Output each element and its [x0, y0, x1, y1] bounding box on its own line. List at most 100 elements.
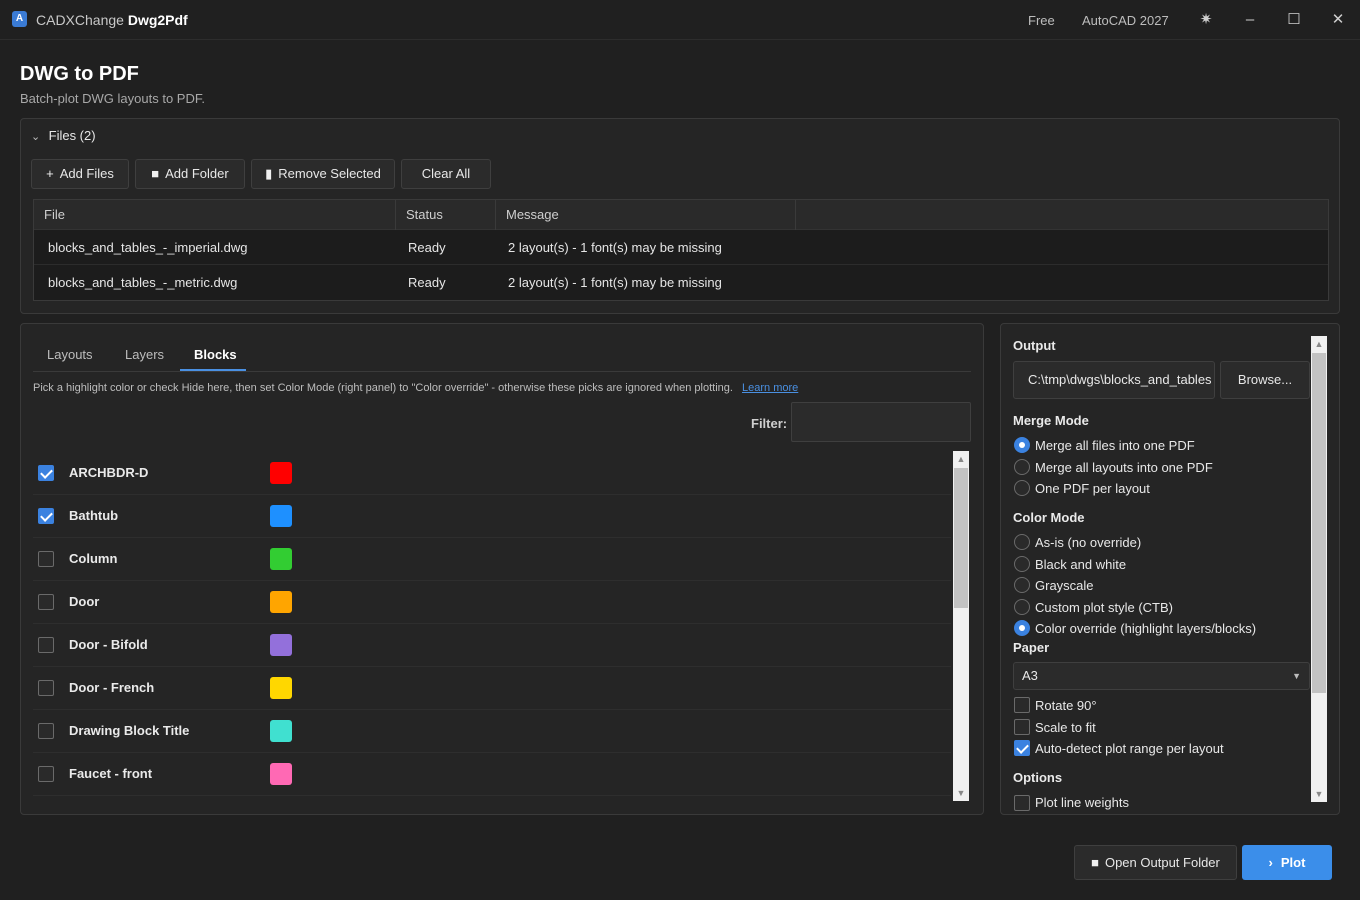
hide-block-checkbox[interactable]	[38, 465, 54, 481]
open-output-folder-label: Open Output Folder	[1104, 855, 1220, 870]
hide-block-checkbox[interactable]	[38, 723, 54, 739]
column-header-file[interactable]: File	[34, 200, 396, 230]
hide-block-checkbox[interactable]	[38, 766, 54, 782]
highlight-color-swatch[interactable]	[270, 720, 292, 742]
block-row[interactable]: Door - French	[33, 667, 951, 710]
highlight-color-swatch[interactable]	[270, 677, 292, 699]
open-output-folder-button[interactable]: ■ Open Output Folder	[1074, 845, 1237, 880]
block-list-scrollbar[interactable]: ▲ ▼	[953, 451, 969, 801]
browse-button[interactable]: Browse...	[1220, 361, 1310, 399]
plot-button[interactable]: › Plot	[1242, 845, 1332, 880]
clear-all-button[interactable]: Clear All	[401, 159, 491, 189]
files-section-toggle[interactable]: ⌄ Files (2)	[31, 128, 96, 143]
highlight-color-swatch[interactable]	[270, 634, 292, 656]
filter-input[interactable]	[791, 402, 971, 442]
maximize-icon[interactable]: ☐	[1282, 8, 1306, 32]
chevron-right-icon: ›	[1268, 855, 1273, 870]
tab-blocks[interactable]: Blocks	[194, 347, 237, 362]
paper-option-checkbox[interactable]	[1014, 718, 1030, 735]
merge-mode-radio[interactable]	[1014, 458, 1030, 475]
plot-line-weights-checkbox[interactable]	[1014, 795, 1030, 811]
output-path-input[interactable]: C:\tmp\dwgs\blocks_and_tables	[1013, 361, 1215, 399]
merge-mode-radio[interactable]	[1014, 480, 1030, 496]
table-row[interactable]: blocks_and_tables_-_imperial.dwg Ready 2…	[34, 230, 1328, 265]
block-row[interactable]: Column	[33, 538, 951, 581]
color-mode-radio[interactable]	[1014, 577, 1030, 593]
block-row[interactable]: Bathtub	[33, 495, 951, 538]
page-subtitle: Batch-plot DWG layouts to PDF.	[20, 91, 205, 106]
highlight-color-swatch[interactable]	[270, 462, 292, 484]
merge-mode-option-label: Merge all layouts into one PDF	[1035, 459, 1213, 475]
settings-scrollbar[interactable]: ▲ ▼	[1311, 336, 1327, 802]
highlight-color-swatch[interactable]	[270, 548, 292, 570]
files-header-label: Files (2)	[48, 128, 96, 143]
folder-icon: ■	[151, 166, 160, 181]
block-row[interactable]: Door - Bifold	[33, 624, 951, 667]
remove-selected-button[interactable]: ▮ Remove Selected	[251, 159, 395, 189]
tab-divider	[33, 371, 971, 372]
block-name: Door	[69, 594, 100, 609]
hide-block-checkbox[interactable]	[38, 551, 54, 567]
close-icon[interactable]: ✕	[1326, 8, 1350, 32]
add-files-button[interactable]: + Add Files	[31, 159, 129, 189]
table-row[interactable]: blocks_and_tables_-_metric.dwg Ready 2 l…	[34, 265, 1328, 300]
block-row[interactable]: ARCHBDR-D	[33, 452, 951, 495]
tab-layouts[interactable]: Layouts	[47, 347, 93, 362]
scroll-down-icon[interactable]: ▼	[953, 785, 969, 801]
hide-block-checkbox[interactable]	[38, 637, 54, 653]
block-name: Door - Bifold	[69, 637, 148, 652]
paper-option-label: Scale to fit	[1035, 719, 1096, 735]
paper-select[interactable]: A3 ▼	[1013, 662, 1310, 690]
highlight-color-swatch[interactable]	[270, 591, 292, 613]
scrollbar-thumb[interactable]	[954, 468, 968, 608]
page-title: DWG to PDF	[20, 63, 139, 85]
theme-toggle-icon[interactable]: ✷	[1194, 8, 1218, 32]
paper-option-checkbox[interactable]	[1014, 697, 1030, 713]
color-mode-title: Color Mode	[1013, 510, 1085, 525]
scrollbar-thumb[interactable]	[1312, 353, 1326, 693]
column-header-status[interactable]: Status	[396, 200, 496, 230]
block-row[interactable]: Faucet - front	[33, 753, 951, 796]
paper-option-checkbox[interactable]	[1014, 740, 1030, 756]
paper-option-label: Auto-detect plot range per layout	[1035, 741, 1224, 756]
scroll-up-icon[interactable]: ▲	[1311, 336, 1327, 352]
message-cell: 2 layout(s) - 1 font(s) may be missing	[508, 275, 722, 290]
scroll-down-icon[interactable]: ▼	[1311, 786, 1327, 802]
color-mode-radio[interactable]	[1014, 555, 1030, 572]
color-mode-radio[interactable]	[1014, 598, 1030, 615]
filter-label: Filter:	[751, 416, 788, 431]
hide-block-checkbox[interactable]	[38, 508, 54, 524]
merge-mode-radio[interactable]	[1014, 437, 1030, 453]
active-tab-indicator	[180, 369, 246, 371]
block-list: ARCHBDR-D Bathtub Column Door Door - Bifold D…	[33, 452, 951, 796]
color-mode-option-label: Color override (highlight layers/blocks)	[1035, 621, 1257, 636]
minimize-icon[interactable]: –	[1238, 8, 1262, 32]
app-title: CADXChange Dwg2Pdf	[36, 12, 188, 28]
scroll-up-icon[interactable]: ▲	[953, 451, 969, 467]
merge-mode-title: Merge Mode	[1013, 413, 1089, 428]
tab-layers[interactable]: Layers	[125, 347, 164, 362]
merge-mode-option-label: Merge all files into one PDF	[1035, 438, 1195, 453]
add-folder-button[interactable]: ■ Add Folder	[135, 159, 245, 189]
hide-block-checkbox[interactable]	[38, 594, 54, 610]
block-name: Faucet - front	[69, 766, 153, 781]
block-row[interactable]: Drawing Block Title	[33, 710, 951, 753]
hide-block-checkbox[interactable]	[38, 680, 54, 696]
app-name: CADXChange	[36, 12, 124, 28]
folder-icon: ■	[1091, 855, 1099, 870]
file-name-cell: blocks_and_tables_-_metric.dwg	[48, 275, 238, 290]
plan-label[interactable]: Free	[1028, 13, 1055, 28]
learn-more-link[interactable]: Learn more	[742, 382, 798, 394]
plot-label: Plot	[1280, 855, 1306, 870]
app-product: Dwg2Pdf	[127, 12, 188, 28]
highlight-color-swatch[interactable]	[270, 505, 292, 527]
autocad-version-label[interactable]: AutoCAD 2027	[1082, 13, 1169, 28]
color-mode-option-label: Grayscale	[1035, 578, 1094, 593]
app-logo-icon: A	[12, 11, 27, 27]
block-row[interactable]: Door	[33, 581, 951, 624]
color-mode-radio[interactable]	[1014, 534, 1030, 550]
paper-title: Paper	[1013, 640, 1050, 655]
highlight-color-swatch[interactable]	[270, 763, 292, 785]
column-header-message[interactable]: Message	[496, 200, 796, 230]
color-mode-radio[interactable]	[1014, 620, 1030, 636]
